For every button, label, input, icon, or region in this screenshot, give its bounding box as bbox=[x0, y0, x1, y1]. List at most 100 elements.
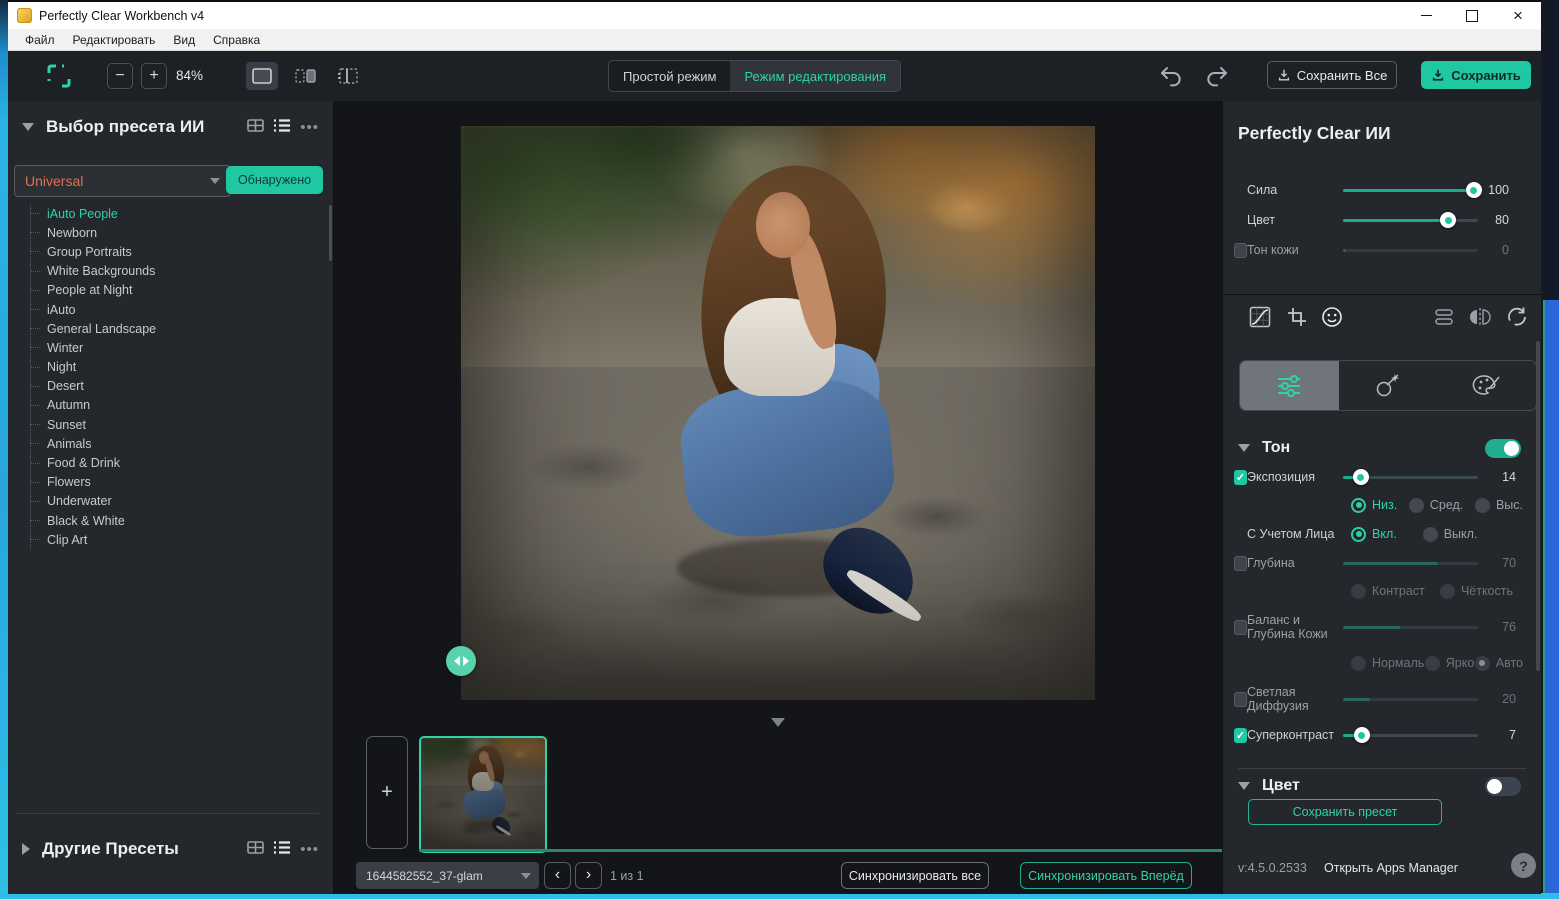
thumbnail-selected[interactable] bbox=[419, 736, 547, 853]
slider[interactable] bbox=[1343, 182, 1482, 198]
view-split-button[interactable] bbox=[290, 62, 322, 90]
checkbox[interactable] bbox=[1234, 619, 1247, 635]
filmstrip-scrollbar[interactable] bbox=[419, 849, 1222, 852]
collapse-triangle-icon[interactable] bbox=[1238, 444, 1250, 452]
collapse-triangle-icon[interactable] bbox=[1238, 782, 1250, 790]
expand-triangle-icon[interactable] bbox=[22, 843, 30, 855]
menu-item-3[interactable]: Справка bbox=[204, 33, 269, 47]
preset-item[interactable]: Autumn bbox=[31, 396, 156, 415]
radio-option[interactable]: Выс. bbox=[1474, 497, 1523, 513]
grid-view-icon[interactable] bbox=[247, 118, 265, 138]
slider-handle[interactable] bbox=[1465, 182, 1482, 198]
radio-option[interactable]: Нормаль bbox=[1351, 655, 1424, 671]
radio-option[interactable]: Ярко bbox=[1424, 655, 1474, 671]
preset-item[interactable]: People at Night bbox=[31, 281, 156, 300]
save-button[interactable]: Сохранить bbox=[1421, 61, 1531, 89]
flip-horizontal-icon[interactable] bbox=[1467, 304, 1493, 330]
zoom-out-button[interactable]: − bbox=[107, 63, 133, 89]
slider[interactable] bbox=[1343, 242, 1478, 258]
slider-handle[interactable] bbox=[1352, 469, 1369, 485]
preset-item[interactable]: Sunset bbox=[31, 415, 156, 434]
next-image-button[interactable]: › bbox=[575, 862, 602, 889]
color-toggle[interactable] bbox=[1485, 776, 1521, 796]
checkbox[interactable]: ✓ bbox=[1234, 469, 1247, 485]
filmstrip-collapse-icon[interactable] bbox=[771, 718, 785, 727]
before-after-handle[interactable] bbox=[446, 646, 476, 676]
left-scrollbar-thumb[interactable] bbox=[329, 205, 332, 261]
detected-button[interactable]: Обнаружено bbox=[226, 166, 323, 194]
right-scrollbar-thumb[interactable] bbox=[1536, 341, 1540, 671]
help-button[interactable]: ? bbox=[1511, 853, 1536, 878]
preset-item[interactable]: iAuto bbox=[31, 300, 156, 319]
slider[interactable] bbox=[1343, 469, 1478, 485]
menu-item-1[interactable]: Редактировать bbox=[64, 33, 165, 47]
radio-option[interactable]: Вкл. bbox=[1351, 526, 1397, 542]
radio-option[interactable]: Низ. bbox=[1351, 497, 1397, 513]
crop-icon[interactable] bbox=[1284, 304, 1310, 330]
zoom-in-button[interactable]: + bbox=[141, 63, 167, 89]
minimize-button[interactable] bbox=[1403, 2, 1449, 29]
filename-dropdown[interactable]: 1644582552_37-glam bbox=[356, 862, 539, 889]
slider[interactable] bbox=[1343, 727, 1478, 743]
checkbox[interactable] bbox=[1234, 691, 1247, 707]
radio-option[interactable]: Выкл. bbox=[1422, 526, 1477, 542]
tone-toggle[interactable] bbox=[1485, 438, 1521, 458]
list-view-icon[interactable] bbox=[273, 118, 291, 138]
collapse-triangle-icon[interactable] bbox=[22, 123, 34, 131]
view-single-button[interactable] bbox=[246, 62, 278, 90]
preset-item[interactable]: Night bbox=[31, 358, 156, 377]
flip-vertical-icon[interactable] bbox=[1431, 304, 1457, 330]
tab-adjustments[interactable] bbox=[1240, 361, 1339, 410]
slider[interactable] bbox=[1343, 555, 1478, 571]
add-image-button[interactable]: + bbox=[366, 736, 408, 849]
preset-item[interactable]: Desert bbox=[31, 377, 156, 396]
maximize-button[interactable] bbox=[1449, 2, 1495, 29]
slider-handle[interactable] bbox=[1440, 212, 1457, 228]
save-all-button[interactable]: Сохранить Все bbox=[1267, 61, 1397, 89]
preset-item[interactable]: Food & Drink bbox=[31, 453, 156, 472]
view-compare-button[interactable] bbox=[333, 62, 365, 90]
apps-manager-link[interactable]: Открыть Apps Manager bbox=[1324, 861, 1458, 875]
slider[interactable] bbox=[1343, 619, 1478, 635]
menu-item-2[interactable]: Вид bbox=[164, 33, 204, 47]
curves-icon[interactable] bbox=[1247, 304, 1273, 330]
redo-button[interactable] bbox=[1204, 64, 1230, 88]
preset-item[interactable]: Newborn bbox=[31, 223, 156, 242]
main-photo[interactable] bbox=[461, 126, 1095, 700]
preset-item[interactable]: Flowers bbox=[31, 473, 156, 492]
save-preset-button[interactable]: Сохранить пресет bbox=[1248, 799, 1442, 825]
more-options-icon[interactable]: ••• bbox=[300, 120, 319, 135]
slider[interactable] bbox=[1343, 691, 1478, 707]
checkbox[interactable] bbox=[1234, 242, 1247, 258]
menu-item-0[interactable]: Файл bbox=[16, 33, 64, 47]
list-view-icon[interactable] bbox=[273, 840, 291, 860]
sync-all-button[interactable]: Синхронизировать все bbox=[841, 862, 989, 889]
mode-simple[interactable]: Простой режим bbox=[609, 61, 730, 91]
mode-edit[interactable]: Режим редактирования bbox=[730, 61, 901, 91]
radio-option[interactable]: Авто bbox=[1474, 655, 1523, 671]
face-detect-icon[interactable] bbox=[1319, 304, 1345, 330]
preset-item[interactable]: General Landscape bbox=[31, 319, 156, 338]
preset-group-dropdown[interactable]: Universal bbox=[14, 165, 231, 197]
radio-option[interactable]: Сред. bbox=[1408, 497, 1463, 513]
preset-item[interactable]: White Backgrounds bbox=[31, 262, 156, 281]
radio-option[interactable]: Чёткость bbox=[1439, 583, 1513, 599]
grid-view-icon[interactable] bbox=[247, 840, 265, 860]
more-options-icon[interactable]: ••• bbox=[300, 842, 319, 857]
close-button[interactable]: × bbox=[1495, 2, 1541, 29]
preset-item[interactable]: Underwater bbox=[31, 492, 156, 511]
undo-button[interactable] bbox=[1158, 64, 1184, 88]
preset-item[interactable]: Animals bbox=[31, 434, 156, 453]
slider-handle[interactable] bbox=[1353, 727, 1370, 743]
checkbox[interactable]: ✓ bbox=[1234, 727, 1247, 743]
preset-item[interactable]: Black & White bbox=[31, 511, 156, 530]
checkbox[interactable] bbox=[1234, 555, 1247, 571]
tab-retouch[interactable] bbox=[1339, 361, 1438, 410]
rotate-icon[interactable] bbox=[1504, 304, 1530, 330]
preset-item[interactable]: iAuto People bbox=[31, 204, 156, 223]
sync-forward-button[interactable]: Синхронизировать Вперёд bbox=[1020, 862, 1192, 889]
slider[interactable] bbox=[1343, 212, 1478, 228]
preset-item[interactable]: Group Portraits bbox=[31, 242, 156, 261]
radio-option[interactable]: Контраст bbox=[1351, 583, 1425, 599]
preset-item[interactable]: Clip Art bbox=[31, 530, 156, 549]
